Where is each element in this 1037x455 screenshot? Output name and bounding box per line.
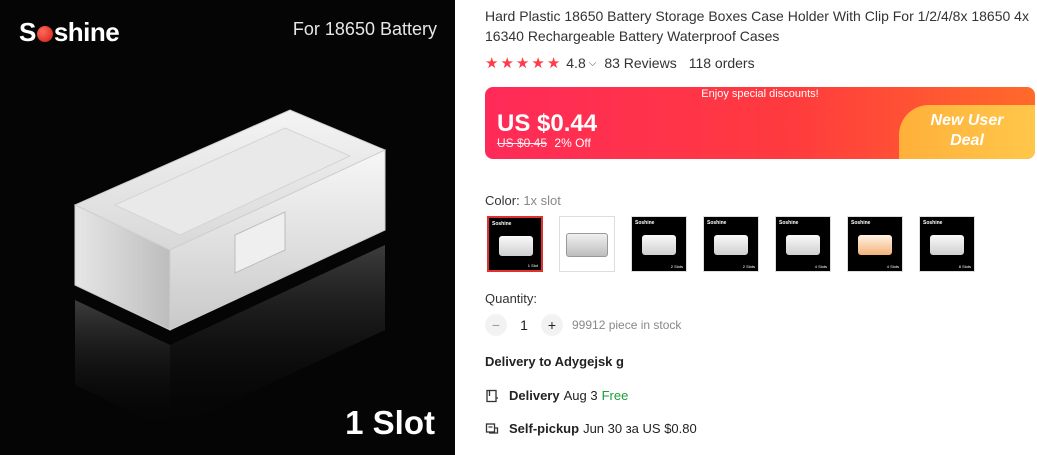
thumb-slot-text: 2 Slots (742, 264, 755, 269)
thumb-box-image (642, 235, 676, 255)
price-banner: Enjoy special discounts! US $0.44 US $0.… (485, 87, 1035, 159)
color-option-6[interactable]: Soshine 4 Slots (847, 216, 903, 272)
pickup-icon (485, 422, 499, 434)
color-option-2[interactable] (559, 216, 615, 272)
delivery-date: Aug 3 (563, 388, 598, 403)
promo-text: Enjoy special discounts! (701, 88, 819, 100)
product-title: Hard Plastic 18650 Battery Storage Boxes… (485, 8, 1029, 44)
current-price: US $0.44 (497, 110, 598, 137)
quantity-increase-button[interactable]: + (541, 314, 563, 336)
quantity-decrease-button[interactable]: − (485, 314, 507, 336)
color-label: Color: (485, 193, 520, 208)
quantity-label: Quantity: (485, 291, 538, 306)
delivery-box-icon (486, 389, 498, 402)
rating-row: ★ ★ ★ ★ ★ 4.8 ⌵ 83 Reviews 118 orders (485, 54, 755, 72)
thumb-slot-text: 1 Slot (527, 263, 538, 268)
color-option-4[interactable]: Soshine 2 Slots (703, 216, 759, 272)
pickup-info: Jun 30 за US $0.80 (583, 421, 697, 436)
star-icon: ★ (515, 55, 530, 72)
new-user-deal-label: New User Deal (930, 112, 1004, 149)
image-slot-label: 1 Slot (345, 404, 435, 441)
delivery-row: Delivery Aug 3 Free (485, 388, 628, 403)
color-label-row: Color: 1x slot (485, 193, 561, 208)
quantity-value[interactable]: 1 (507, 317, 541, 333)
thumb-box-image (858, 235, 892, 255)
brand-logo: Sshine (19, 17, 120, 48)
self-pickup-row: Self-pickup Jun 30 за US $0.80 (485, 421, 697, 436)
thumb-box-image (714, 235, 748, 255)
star-icon: ★ (500, 55, 514, 72)
chevron-down-icon[interactable]: ⌵ (589, 58, 597, 69)
image-tagline: For 18650 Battery (292, 19, 437, 39)
thumb-box-image (566, 233, 608, 257)
color-option-5[interactable]: Soshine 4 Slots (775, 216, 831, 272)
product-main-image[interactable]: Sshine For 18650 Battery 1 Slot (0, 0, 455, 455)
quantity-stepper: − 1 + 99912 piece in stock (485, 314, 681, 336)
thumb-slot-text: 4 Slots (886, 264, 899, 269)
thumb-brand-text: Soshine (851, 220, 871, 226)
color-option-1[interactable]: Soshine 1 Slot (487, 216, 543, 272)
star-icon: ★ (531, 55, 545, 72)
color-option-7[interactable]: Soshine 8 Slots (919, 216, 975, 272)
rating-stars: ★ ★ ★ ★ ★ (485, 54, 562, 72)
thumb-brand-text: Soshine (492, 221, 512, 227)
delivery-cost: Free (601, 388, 629, 403)
thumb-slot-text: 8 Slots (958, 264, 971, 269)
thumb-slot-text: 2 Slots (670, 264, 683, 269)
star-icon: ★ (485, 55, 499, 72)
thumb-brand-text: Soshine (779, 220, 799, 226)
battery-box-illustration (73, 109, 387, 430)
star-icon: ★ (546, 55, 561, 72)
color-options: Soshine 1 Slot Soshine 2 Slots Soshine 2… (487, 216, 991, 272)
thumb-slot-text: 4 Slots (814, 264, 827, 269)
color-option-3[interactable]: Soshine 2 Slots (631, 216, 687, 272)
discount-badge: 2% Off (554, 136, 591, 150)
thumb-brand-text: Soshine (635, 220, 655, 226)
reviews-link[interactable]: 83 Reviews (604, 55, 676, 71)
new-user-deal-badge[interactable]: New User Deal (899, 105, 1035, 159)
brand-logo-dot (36, 25, 53, 42)
rating-value[interactable]: 4.8 (566, 55, 585, 71)
thumb-box-image (930, 235, 964, 255)
pickup-label: Self-pickup (509, 421, 580, 436)
thumb-brand-text: Soshine (707, 220, 727, 226)
brand-logo-suffix: shine (53, 17, 120, 47)
thumb-brand-text: Soshine (923, 220, 943, 226)
old-price: US $0.45 (497, 136, 548, 150)
old-price-row: US $0.45 2% Off (497, 136, 591, 150)
stock-count: 99912 piece in stock (572, 318, 682, 332)
brand-logo-prefix: S (19, 17, 36, 47)
delivery-label: Delivery (509, 388, 560, 403)
delivery-location[interactable]: Delivery to Adygejsk g (485, 354, 624, 369)
color-selected-value: 1x slot (523, 193, 561, 208)
thumb-box-image (499, 236, 533, 256)
thumb-box-image (786, 235, 820, 255)
orders-count: 118 orders (688, 55, 755, 71)
